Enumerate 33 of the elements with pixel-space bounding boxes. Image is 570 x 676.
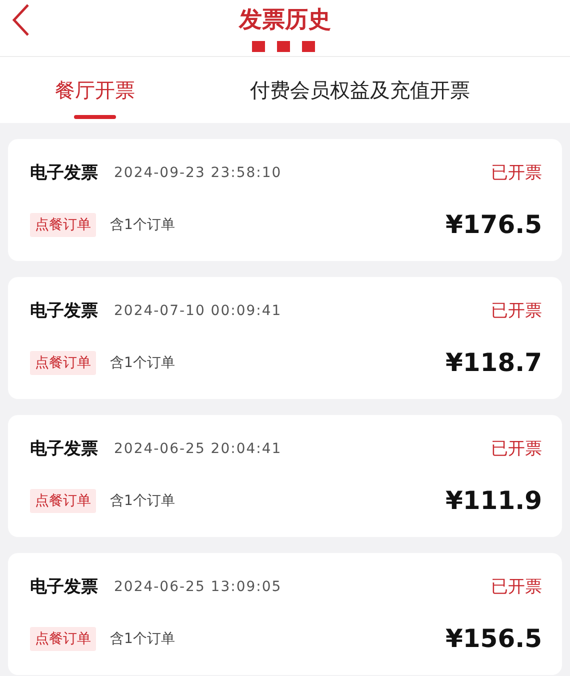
invoice-status: 已开票 [491, 300, 542, 322]
order-tag: 点餐订单 [30, 626, 96, 650]
invoice-status: 已开票 [491, 162, 542, 184]
invoice-amount: ¥176.5 [446, 210, 542, 239]
order-tag: 点餐订单 [30, 212, 96, 236]
order-count: 含1个订单 [110, 216, 175, 234]
page-title: 发票历史 [239, 6, 331, 35]
invoice-time: 2024-09-23 23:58:10 [114, 164, 282, 180]
tab[interactable]: 付费会员权益及充值开票 [190, 57, 530, 123]
back-button[interactable] [12, 3, 30, 37]
invoice-status: 已开票 [491, 576, 542, 598]
order-tag: 点餐订单 [30, 350, 96, 374]
order-tag: 点餐订单 [30, 488, 96, 512]
invoice-card[interactable]: 电子发票 2024-06-25 13:09:05 已开票 点餐订单 含1个订单 ¥156.5 [8, 553, 562, 675]
invoice-type: 电子发票 [30, 300, 98, 322]
invoice-time: 2024-07-10 00:09:41 [114, 302, 282, 318]
invoice-type: 电子发票 [30, 438, 98, 460]
invoice-amount: ¥156.5 [446, 624, 542, 653]
invoice-amount: ¥111.9 [446, 486, 542, 515]
tab[interactable]: 餐厅开票 [0, 57, 190, 123]
invoice-card[interactable]: 电子发票 2024-07-10 00:09:41 已开票 点餐订单 含1个订单 ¥118.7 [8, 277, 562, 399]
invoice-card[interactable]: 电子发票 2024-09-23 23:58:10 已开票 点餐订单 含1个订单 ¥176.5 [8, 139, 562, 261]
invoice-type: 电子发票 [30, 576, 98, 598]
invoice-status: 已开票 [491, 438, 542, 460]
dots-icon [252, 41, 315, 52]
order-count: 含1个订单 [110, 354, 175, 372]
invoice-time: 2024-06-25 13:09:05 [114, 578, 282, 594]
order-count: 含1个订单 [110, 630, 175, 648]
invoice-card[interactable]: 电子发票 2024-06-25 20:04:41 已开票 点餐订单 含1个订单 ¥111.9 [8, 415, 562, 537]
invoice-type: 电子发票 [30, 162, 98, 184]
invoice-amount: ¥118.7 [446, 348, 542, 377]
order-count: 含1个订单 [110, 492, 175, 510]
invoice-time: 2024-06-25 20:04:41 [114, 440, 282, 456]
